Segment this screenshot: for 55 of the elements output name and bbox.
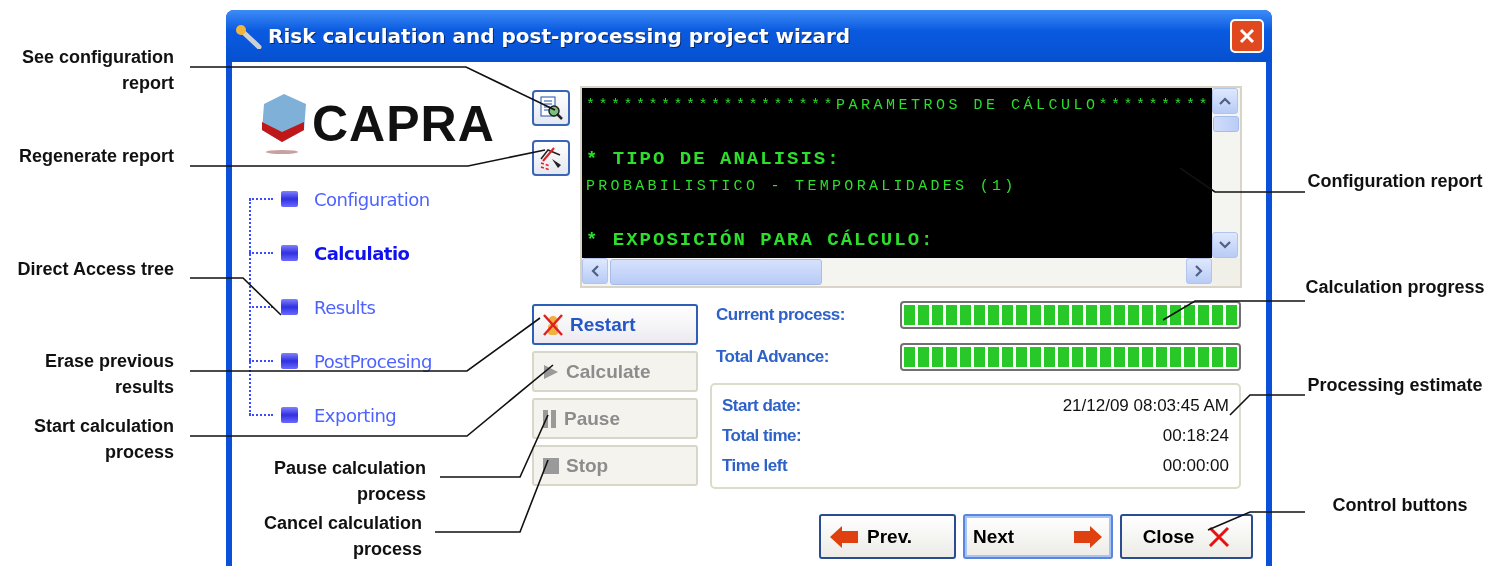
chevron-right-icon	[1195, 265, 1203, 277]
close-icon	[1208, 525, 1231, 548]
tree-item[interactable]: Calculatio	[314, 242, 410, 264]
scrollbar-thumb[interactable]	[1213, 116, 1239, 132]
left-arrow-icon	[829, 524, 859, 549]
scroll-left-button[interactable]	[582, 258, 608, 284]
logo-text: CAPRA	[312, 95, 495, 153]
close-button[interactable]	[1230, 19, 1264, 53]
vertical-scrollbar[interactable]	[1212, 88, 1240, 258]
tree-item[interactable]: Configuration	[314, 188, 430, 210]
tree-node-icon	[281, 191, 298, 207]
next-button[interactable]: Next	[963, 514, 1113, 559]
estimate-value: 00:00:00	[1162, 456, 1229, 476]
scroll-up-button[interactable]	[1212, 88, 1238, 114]
console-line: ********************PARAMETROS DE CÁLCULO*********	[586, 95, 1208, 116]
tree-node-icon	[281, 353, 298, 369]
scroll-right-button[interactable]	[1186, 258, 1212, 284]
estimate-value: 21/12/09 08:03:45 AM	[1062, 396, 1229, 416]
close-button[interactable]: Close	[1120, 514, 1253, 559]
magic-wand-icon	[234, 23, 262, 49]
estimate-label: Time left	[722, 456, 788, 476]
tree-item[interactable]: PostProcesing	[314, 350, 432, 372]
tree-node-icon	[281, 299, 298, 315]
close-icon	[1239, 28, 1255, 44]
console-line: * TIPO DE ANALISIS:	[586, 147, 842, 172]
progress-label: Current process:	[716, 305, 846, 325]
prev-button[interactable]: Prev.	[819, 514, 956, 559]
chevron-down-icon	[1219, 241, 1231, 249]
restart-button[interactable]: Restart	[532, 304, 698, 345]
view-report-button[interactable]	[532, 90, 570, 126]
regenerate-report-button[interactable]	[532, 140, 570, 176]
right-arrow-icon	[1073, 524, 1103, 549]
console-line: PROBABILISTICO - TEMPORALIDADES (1)	[586, 177, 1018, 197]
tree-item[interactable]: Results	[314, 296, 376, 318]
console-line: * EXPOSICIÓN PARA CÁLCULO:	[586, 228, 936, 253]
progress-label: Total Advance:	[716, 347, 830, 367]
cube-logo-icon	[260, 92, 308, 156]
stop-icon	[542, 456, 560, 475]
tree-node-icon	[281, 407, 298, 423]
chevron-up-icon	[1219, 97, 1231, 105]
document-magnifier-icon	[538, 95, 564, 121]
chevron-left-icon	[591, 265, 599, 277]
estimate-label: Start date:	[722, 396, 801, 416]
estimate-label: Total time:	[722, 426, 802, 446]
tree-item[interactable]: Exporting	[314, 404, 397, 426]
window-title: Risk calculation and post-processing project wizard	[268, 24, 851, 48]
tree-node-icon	[281, 245, 298, 261]
chart-pen-icon	[538, 145, 564, 171]
horizontal-scrollbar[interactable]	[582, 258, 1212, 286]
erase-icon	[542, 312, 564, 337]
estimate-value: 00:18:24	[1162, 426, 1229, 446]
scroll-down-button[interactable]	[1212, 232, 1238, 258]
play-icon	[542, 362, 560, 381]
pause-icon	[542, 408, 558, 429]
scrollbar-thumb[interactable]	[610, 259, 822, 285]
